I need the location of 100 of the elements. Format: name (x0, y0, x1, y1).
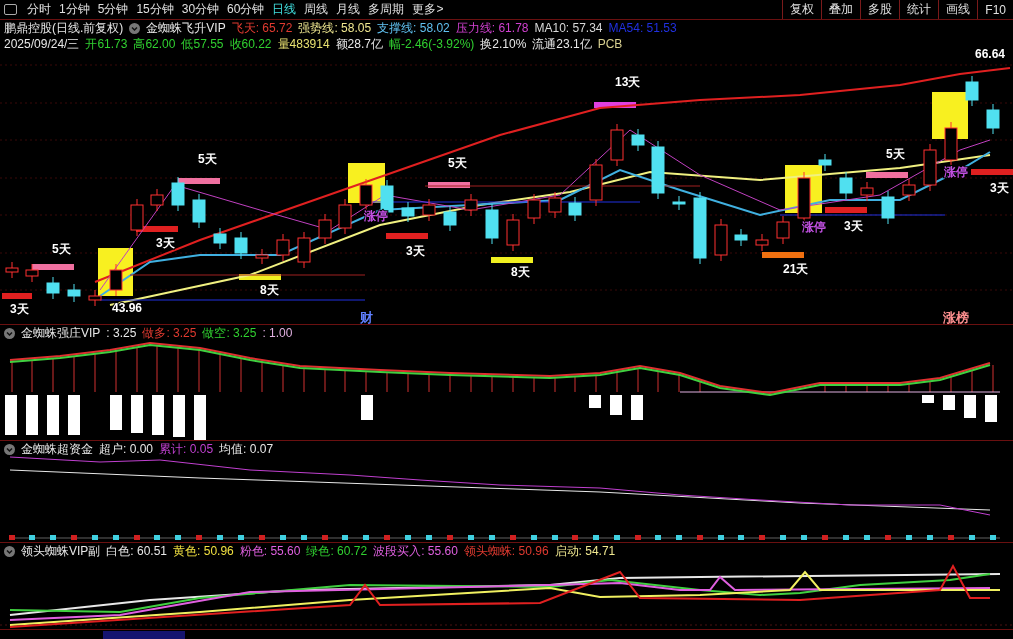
stem-line (824, 384, 826, 393)
candle (234, 231, 248, 260)
chart-label: 5天 (886, 147, 905, 161)
period-tab[interactable]: 30分钟 (177, 1, 224, 18)
chart-tag: 财 (360, 310, 373, 324)
candle (213, 227, 227, 250)
stem-line (449, 374, 451, 393)
candle (651, 140, 665, 200)
stem-line (950, 376, 952, 393)
stem-line (992, 364, 994, 393)
signal-bar (178, 178, 220, 184)
quote-field: 收60.22 (229, 37, 272, 51)
period-tab[interactable]: 更多> (408, 1, 448, 18)
indicator-reading: 粉色: 55.60 (239, 544, 301, 558)
quote-field: 开61.73 (85, 37, 128, 51)
chart-label: 涨停 (802, 220, 826, 234)
period-tab[interactable]: 日线 (268, 1, 301, 18)
stem-line (219, 353, 221, 393)
stem-line (657, 370, 659, 393)
chart-label: 3天 (990, 181, 1009, 195)
candle (297, 231, 311, 269)
period-tab[interactable]: 多周期 (364, 1, 409, 18)
candle (46, 276, 60, 300)
chart-label: 5天 (448, 156, 467, 170)
stem-line (491, 375, 493, 393)
stem-line (198, 349, 200, 393)
indicator-reading: 做多: 3.25 (142, 326, 197, 340)
panel-toggle-icon[interactable] (4, 4, 17, 15)
quote-field: 幅-2.46(-3.92%) (388, 37, 475, 51)
candle (631, 128, 645, 152)
candle (568, 196, 582, 222)
stem-line (115, 350, 117, 393)
stem-line (407, 372, 409, 393)
period-tab[interactable]: 分时 (23, 1, 55, 18)
histogram-bar (631, 395, 643, 420)
candle (860, 181, 874, 202)
chart-label: 66.64 (975, 47, 1006, 61)
chart-label: 8天 (260, 283, 279, 297)
chart-label: 13天 (615, 75, 641, 89)
indicator-reading: 均值: 0.07 (219, 442, 274, 456)
candle (150, 188, 164, 212)
histogram-bar (68, 395, 80, 435)
stem-line (240, 357, 242, 393)
histogram-bar (173, 395, 185, 437)
stem-line (699, 381, 701, 393)
period-tab[interactable]: 周线 (300, 1, 333, 18)
chevron-down-icon[interactable] (4, 327, 15, 339)
period-tab[interactable]: 5分钟 (93, 1, 133, 18)
candle (965, 75, 979, 107)
stem-line (616, 371, 618, 393)
candle (359, 178, 373, 212)
histogram-bar (985, 395, 997, 422)
indicator-reading: 波段买入: 55.60 (373, 544, 458, 558)
stem-line (73, 355, 75, 393)
indicator-reading: 超户: 0.00 (99, 442, 154, 456)
stem-line (470, 375, 472, 393)
chevron-down-icon[interactable] (4, 443, 15, 455)
stem-line (637, 367, 639, 393)
chart-label: 3天 (156, 236, 175, 250)
candle (589, 158, 603, 207)
histogram-bar (610, 395, 622, 415)
indicator-reading: 绿色: 60.72 (306, 544, 368, 558)
candle (25, 263, 39, 283)
quote-field: 低57.55 (181, 37, 224, 51)
chart-label: 8天 (511, 265, 530, 279)
chevron-down-icon[interactable] (4, 545, 15, 557)
histogram-bar (26, 395, 38, 435)
candle (734, 228, 748, 247)
quote-field: 流通23.1亿 (532, 37, 592, 51)
candle (755, 233, 769, 252)
histogram-bar (131, 395, 143, 433)
candle (192, 193, 206, 229)
stem-line (136, 346, 138, 393)
candle (443, 205, 457, 232)
candle (506, 213, 520, 252)
histogram-bar (943, 395, 955, 410)
signal-bar (386, 233, 428, 239)
histogram-bar (361, 395, 373, 420)
candle (485, 203, 499, 245)
candle (422, 198, 436, 222)
indicator-reading: 强势线: 58.05 (298, 21, 372, 35)
period-tab[interactable]: 月线 (332, 1, 365, 18)
chart-label: 3天 (844, 219, 863, 233)
indicator-reading: 白色: 60.51 (106, 544, 168, 558)
candle (548, 191, 562, 219)
chevron-down-icon[interactable] (129, 22, 141, 34)
period-tab[interactable]: 15分钟 (132, 1, 178, 18)
stem-line (866, 384, 868, 393)
indicator-reading: 支撑线: 58.02 (377, 21, 450, 35)
stem-line (845, 384, 847, 393)
candle (818, 153, 832, 172)
indicator-reading: 黄色: 50.96 (173, 544, 234, 558)
period-tab[interactable]: 1分钟 (55, 1, 94, 18)
stem-line (533, 377, 535, 393)
indicator-reading: 压力线: 61.78 (455, 21, 529, 35)
stem-line (428, 373, 430, 393)
signal-bar (971, 169, 1013, 175)
chart-label: 5天 (52, 242, 71, 256)
period-tab[interactable]: 60分钟 (223, 1, 269, 18)
stem-line (11, 361, 13, 393)
